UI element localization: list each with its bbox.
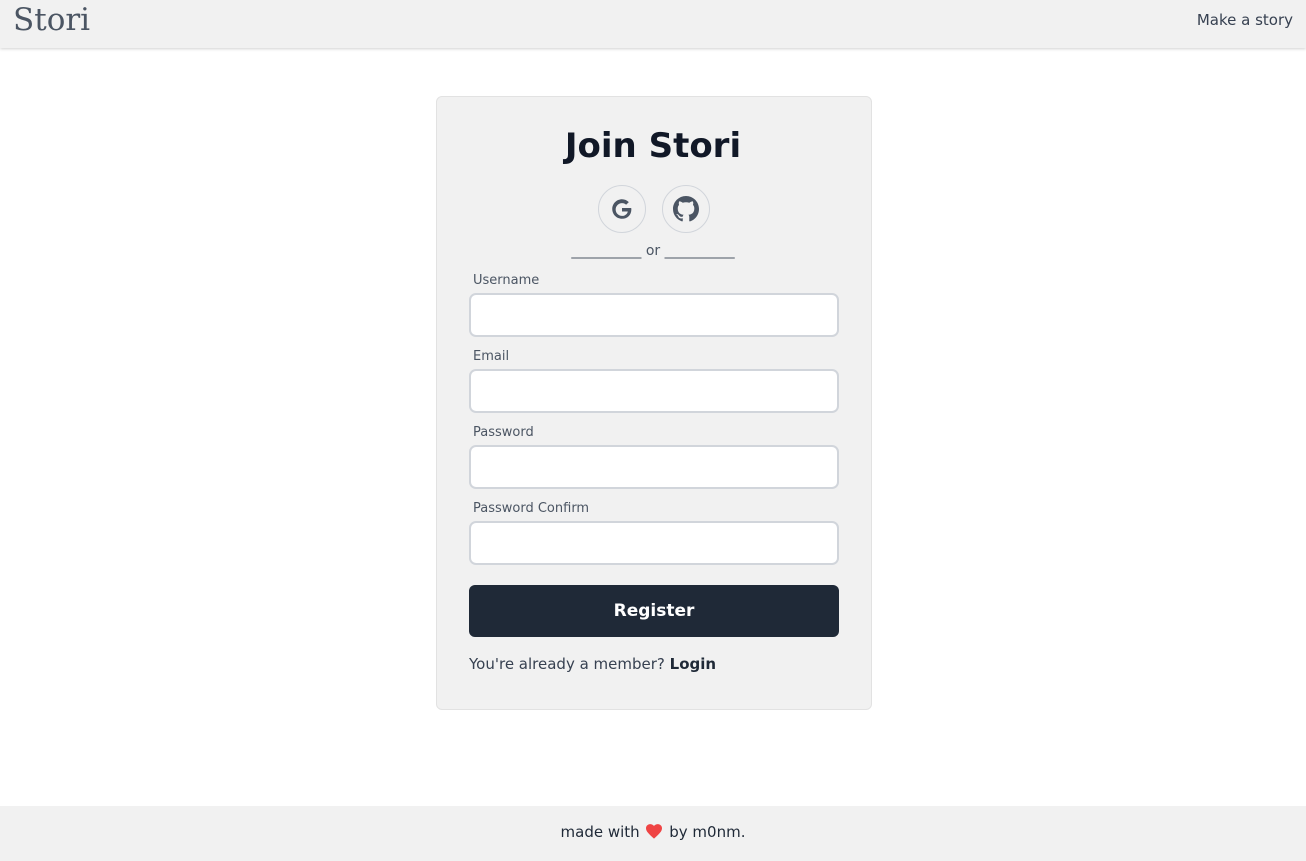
- email-label: Email: [473, 349, 510, 364]
- or-divider: __________ or __________: [571, 243, 735, 259]
- footer-suffix: by m0nm.: [669, 823, 746, 841]
- email-input[interactable]: [469, 369, 839, 413]
- google-login-button[interactable]: [598, 185, 646, 233]
- password-label: Password: [473, 425, 534, 440]
- password-confirm-input[interactable]: [469, 521, 839, 565]
- brand-logo[interactable]: Stori: [13, 2, 90, 38]
- login-prompt: You're already a member? Login: [469, 655, 716, 673]
- password-input[interactable]: [469, 445, 839, 489]
- password-confirm-label: Password Confirm: [473, 501, 590, 516]
- username-input[interactable]: [469, 293, 839, 337]
- github-login-button[interactable]: [662, 185, 710, 233]
- register-button[interactable]: Register: [469, 585, 839, 637]
- username-label: Username: [473, 273, 540, 288]
- github-icon: [673, 196, 699, 222]
- navbar: Stori Make a story: [0, 0, 1306, 48]
- heart-icon: [646, 824, 663, 839]
- footer-credit: made with by m0nm.: [0, 823, 1306, 841]
- login-link[interactable]: Login: [670, 655, 716, 673]
- member-prompt-text: You're already a member?: [469, 655, 665, 673]
- page-title: Join Stori: [564, 126, 742, 166]
- make-story-link[interactable]: Make a story: [1197, 11, 1293, 29]
- footer: made with by m0nm.: [0, 806, 1306, 861]
- google-icon: [612, 199, 633, 219]
- footer-prefix: made with: [560, 823, 640, 841]
